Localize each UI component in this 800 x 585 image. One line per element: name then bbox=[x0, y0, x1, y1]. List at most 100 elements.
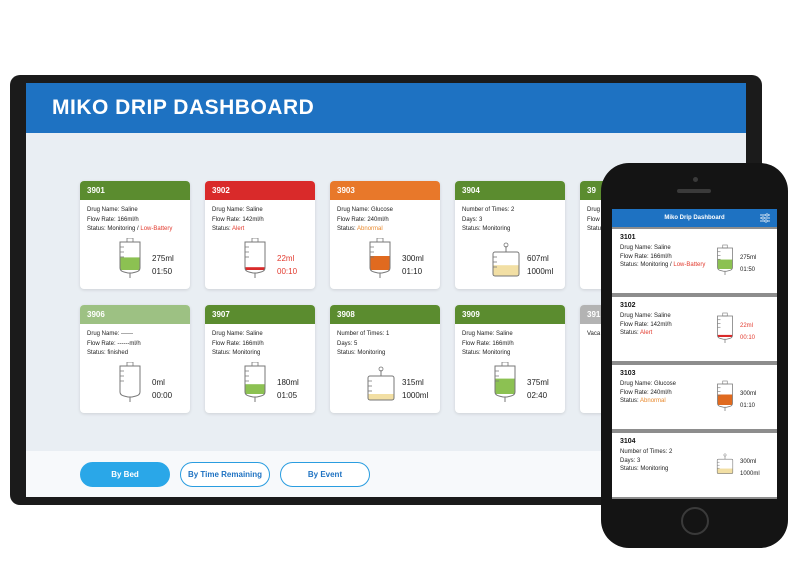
card-readout: 375ml 02:40 bbox=[527, 376, 549, 402]
bed-number: 3101 bbox=[620, 234, 636, 241]
card-info-line: Number of Times: 2 bbox=[620, 449, 673, 455]
card-info-line: Flow Rate: 166ml/h bbox=[87, 216, 139, 223]
bed-number: 3103 bbox=[620, 370, 636, 377]
card-info-line: Drug Name: Saline bbox=[620, 313, 671, 319]
card-info: Drug Name: Saline Flow Rate: 142ml/h Statu… bbox=[620, 312, 672, 338]
card-readout: 275ml 01:50 bbox=[152, 252, 174, 278]
time-remaining: 01:10 bbox=[740, 403, 756, 409]
home-button[interactable] bbox=[681, 507, 709, 535]
card-info-line: Number of Times: 1 bbox=[337, 331, 390, 337]
time-remaining: 01:10 bbox=[402, 267, 423, 276]
status-flag: Alert bbox=[232, 226, 245, 232]
card-status-line: Status: Monitoring / Low-Battery bbox=[620, 261, 705, 270]
card-info-line: Flow Rate: 240ml/h bbox=[337, 216, 389, 223]
card-info-line: Flow Rate: 166ml/h bbox=[620, 253, 672, 260]
card-status-line: Status: Alert bbox=[212, 225, 309, 235]
card-readout: 607ml 1000ml bbox=[527, 252, 553, 278]
card-readout: 275ml 01:50 bbox=[740, 252, 756, 276]
phone-speaker bbox=[677, 189, 711, 193]
volume-remaining: 275ml bbox=[740, 255, 757, 261]
bed-number: 3907 bbox=[205, 305, 315, 324]
card-readout: 300ml 1000ml bbox=[740, 456, 760, 480]
bed-card-body: Number of Times: 2 Days: 3 Status: Monitor… bbox=[455, 200, 565, 289]
card-readout: 300ml 01:10 bbox=[740, 388, 756, 412]
bed-number: 3908 bbox=[330, 305, 440, 324]
volume-remaining: 180ml bbox=[277, 378, 299, 387]
card-info-line: Status: Monitoring bbox=[212, 350, 261, 356]
card-status-line: Status: Abnormal bbox=[337, 225, 434, 235]
iv-bag-icon bbox=[119, 238, 141, 278]
phone-bed-card[interactable]: 3102 Drug Name: Saline Flow Rate: 142ml/h S… bbox=[612, 297, 777, 361]
bed-number: 3906 bbox=[80, 305, 190, 324]
status-flag: Low-Battery bbox=[673, 262, 706, 268]
bed-card[interactable]: 3902 Drug Name: Saline Flow Rate: 142ml/h S… bbox=[205, 181, 315, 289]
volume-remaining: 300ml bbox=[740, 391, 757, 397]
phone-bed-card[interactable]: 3103 Drug Name: Glucose Flow Rate: 240ml/h… bbox=[612, 365, 777, 429]
status-label: Status: Monitoring / bbox=[620, 262, 674, 268]
card-info-line: Status: Monitoring bbox=[620, 466, 669, 472]
volume-remaining: 375ml bbox=[527, 378, 549, 387]
dashboard-header: MIKO DRIP DASHBOARD bbox=[26, 83, 746, 133]
phone-title: Miko Drip Dashboard bbox=[664, 215, 725, 221]
iv-bag-icon bbox=[717, 380, 733, 411]
bed-card-body: Drug Name: Saline Flow Rate: 166ml/h Statu… bbox=[205, 324, 315, 413]
card-info-line: Days: 3 bbox=[620, 457, 641, 464]
sort-by-bed-button[interactable]: By Bed bbox=[80, 461, 170, 487]
bed-number: 3904 bbox=[455, 181, 565, 200]
card-info-line: Flow Rate: 166ml/h bbox=[212, 340, 264, 347]
phone-header: Miko Drip Dashboard bbox=[612, 209, 777, 227]
bed-card[interactable]: 3908 Number of Times: 1 Days: 5 Status: Mon… bbox=[330, 305, 440, 413]
bed-card[interactable]: 3901 Drug Name: Saline Flow Rate: 166ml/h S… bbox=[80, 181, 190, 289]
volume-remaining: 300ml bbox=[402, 254, 424, 263]
iv-bag-icon bbox=[119, 362, 141, 402]
card-info-line: Status: Monitoring bbox=[337, 350, 386, 356]
card-status-line: Status: Monitoring / Low-Battery bbox=[87, 225, 184, 235]
bed-number: 3102 bbox=[620, 302, 636, 309]
sort-by-event-button[interactable]: By Event bbox=[280, 461, 370, 487]
volume-remaining: 22ml bbox=[740, 323, 754, 329]
phone-screen: Miko Drip Dashboard 3101 Drug Name: Salin… bbox=[612, 209, 777, 499]
card-info-line: Flow Rate: 142ml/h bbox=[212, 216, 264, 223]
status-label: Status: Monitoring / bbox=[87, 226, 141, 232]
bed-number: 3903 bbox=[330, 181, 440, 200]
bed-card-body: Number of Times: 1 Days: 5 Status: Monitor… bbox=[330, 324, 440, 413]
settings-sliders-icon[interactable] bbox=[760, 213, 770, 223]
bed-card[interactable]: 3903 Drug Name: Glucose Flow Rate: 240ml/h… bbox=[330, 181, 440, 289]
status-flag: Alert bbox=[640, 330, 653, 336]
bed-card[interactable]: 3909 Drug Name: Saline Flow Rate: 166ml/h S… bbox=[455, 305, 565, 413]
bed-card-body: Drug Name: Saline Flow Rate: 142ml/h Statu… bbox=[205, 200, 315, 289]
bag-capacity: 1000ml bbox=[740, 471, 760, 477]
card-info-line: Drug Name: ------ bbox=[87, 331, 133, 337]
card-info-line: Drug Name: Glucose bbox=[620, 381, 677, 387]
time-remaining: 00:10 bbox=[277, 267, 298, 276]
phone-bed-card[interactable]: 3101 Drug Name: Saline Flow Rate: 166ml/h S… bbox=[612, 229, 777, 293]
phone-bed-card[interactable]: 3104 Number of Times: 2 Days: 3 Status: Mon… bbox=[612, 433, 777, 497]
iv-bag-icon bbox=[717, 312, 733, 343]
bed-card[interactable]: 3906 Drug Name: ------ Flow Rate: ------ml… bbox=[80, 305, 190, 413]
bed-number: 3902 bbox=[205, 181, 315, 200]
volume-remaining: 300ml bbox=[740, 459, 757, 465]
bed-number: 3909 bbox=[455, 305, 565, 324]
phone: Miko Drip Dashboard 3101 Drug Name: Salin… bbox=[601, 163, 788, 548]
phone-camera bbox=[693, 177, 698, 182]
status-label: Status: bbox=[620, 330, 641, 336]
card-info-line: Status: finished bbox=[87, 350, 129, 356]
card-info-line: Number of Times: 2 bbox=[462, 207, 515, 213]
time-remaining: 00:00 bbox=[152, 391, 173, 400]
card-info: Number of Times: 2 Days: 3 Status: Monitor… bbox=[620, 448, 672, 474]
iv-bag-icon bbox=[244, 238, 266, 278]
time-remaining: 01:05 bbox=[277, 391, 298, 400]
bed-number: 3104 bbox=[620, 438, 636, 445]
bag-capacity: 1000ml bbox=[527, 267, 554, 276]
time-remaining: 01:50 bbox=[740, 267, 756, 273]
card-info-line: Drug Name: Saline bbox=[212, 331, 263, 337]
card-info-line: Flow Rate: 240ml/h bbox=[620, 389, 672, 396]
bed-card[interactable]: 3904 Number of Times: 2 Days: 3 Status: Mon… bbox=[455, 181, 565, 289]
card-info-line: Days: 3 bbox=[462, 216, 483, 223]
bed-card[interactable]: 3907 Drug Name: Saline Flow Rate: 166ml/h S… bbox=[205, 305, 315, 413]
volume-remaining: 275ml bbox=[152, 254, 174, 263]
sort-by-time-remaining-button[interactable]: By Time Remaining bbox=[180, 461, 270, 487]
bed-number: 3901 bbox=[80, 181, 190, 200]
card-readout: 22ml 00:10 bbox=[277, 252, 297, 278]
card-info-line: Days: 5 bbox=[337, 340, 358, 347]
